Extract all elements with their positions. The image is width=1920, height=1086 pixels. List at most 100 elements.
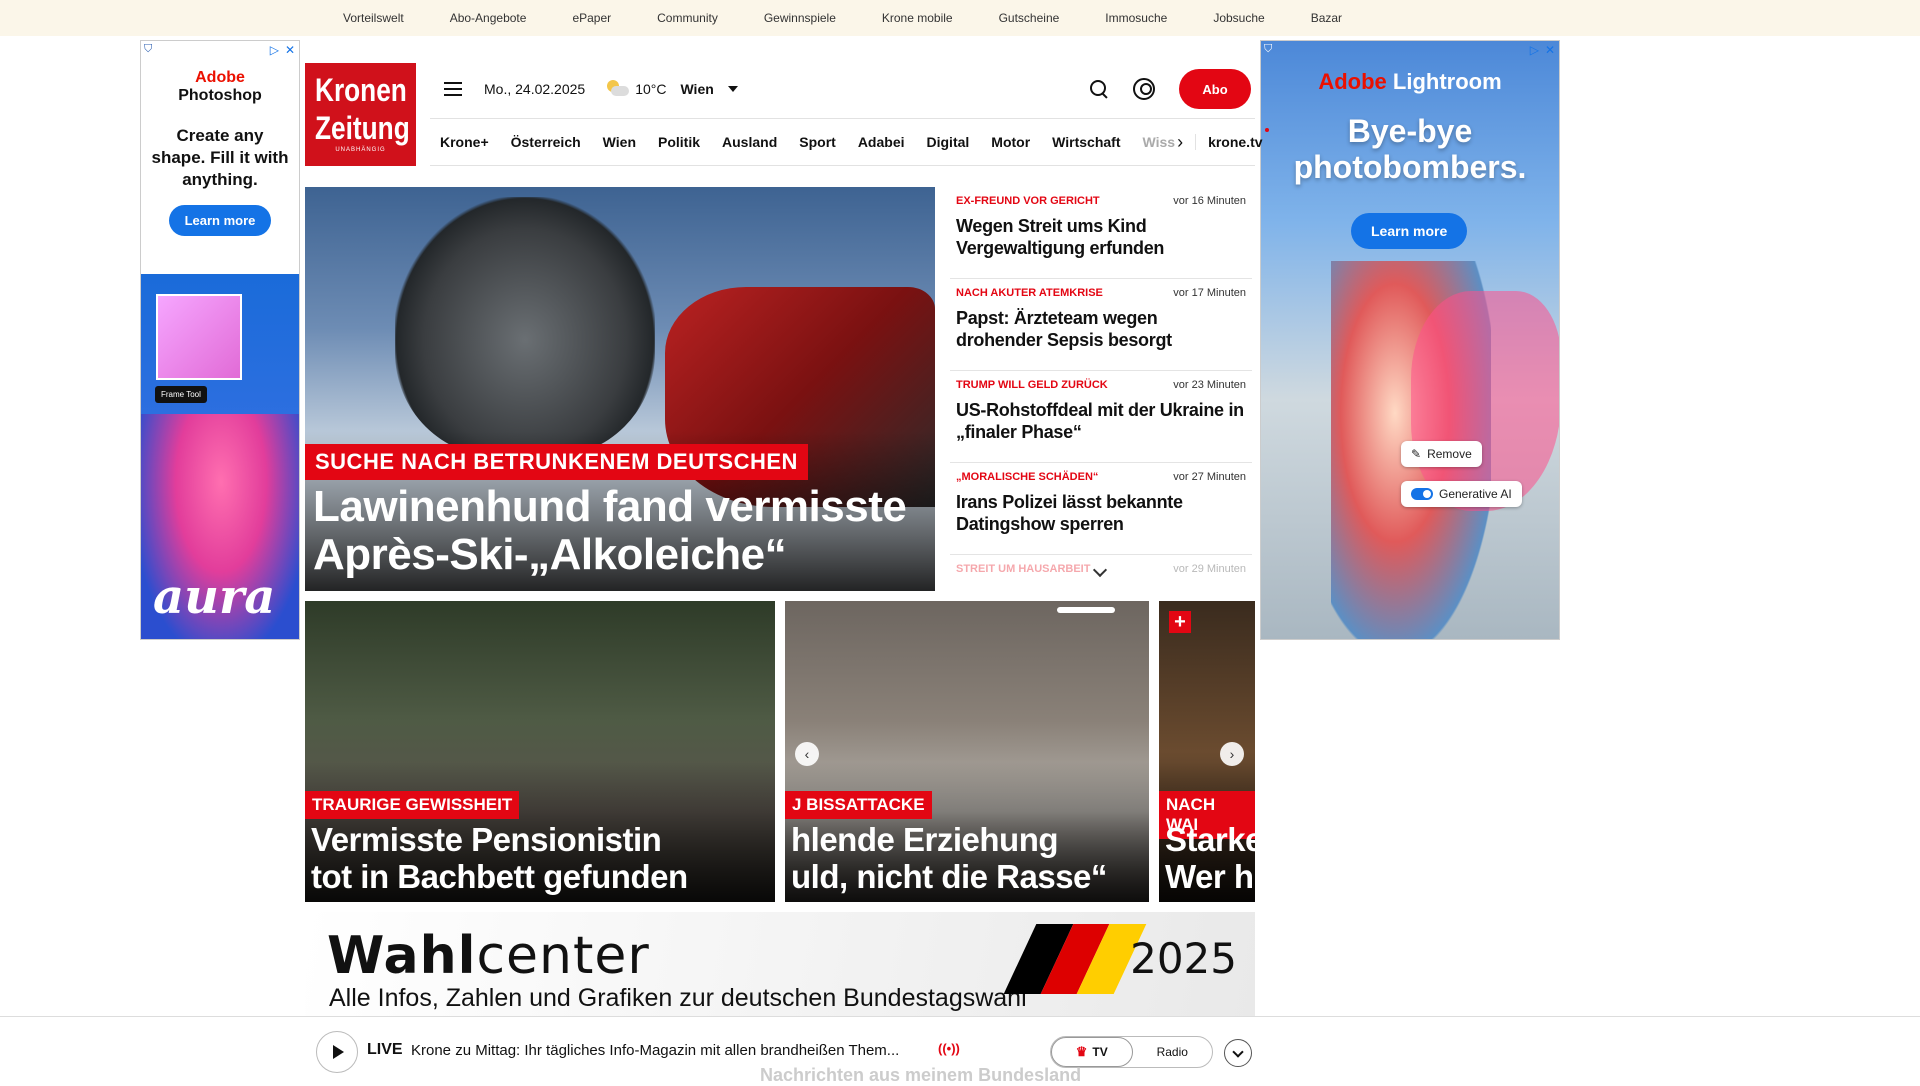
- nav-item-krone-tv[interactable]: krone.tv: [1195, 128, 1270, 150]
- ticker-time: vor 17 Minuten: [1173, 287, 1246, 299]
- nav-item-wissen-truncated[interactable]: Wiss: [1143, 134, 1176, 150]
- logo-line-2: Zeitung: [314, 110, 410, 146]
- utility-link-bazar[interactable]: Bazar: [1311, 11, 1342, 25]
- left-ad-brand: Adobe Photoshop: [141, 69, 299, 105]
- utility-link-abo-angebote[interactable]: Abo-Angebote: [450, 11, 527, 25]
- nav-item-motor[interactable]: Motor: [991, 134, 1030, 150]
- ticker-time: vor 29 Minuten: [1173, 563, 1246, 575]
- expand-player-icon[interactable]: [1224, 1039, 1252, 1067]
- generative-ai-pill: Generative AI: [1401, 481, 1522, 507]
- nav-item-wien[interactable]: Wien: [603, 134, 636, 150]
- carousel-prev-icon[interactable]: ‹: [795, 742, 819, 766]
- right-ad-learn-more-button[interactable]: Learn more: [1351, 213, 1468, 249]
- ticker-item[interactable]: „MORALISCHE SCHÄDEN“ vor 27 Minuten Irans…: [950, 463, 1252, 555]
- broadcast-icon: ((•)): [938, 1041, 960, 1056]
- chevron-down-icon[interactable]: [727, 86, 738, 92]
- story-card-headline[interactable]: Starke Wer hi: [1165, 821, 1255, 895]
- right-ad-selection-mask: [1411, 291, 1559, 511]
- ad-info-icon[interactable]: ▷: [1530, 43, 1539, 57]
- ticker-time: vor 23 Minuten: [1173, 379, 1246, 391]
- left-ad-learn-more-button[interactable]: Learn more: [168, 205, 272, 236]
- hero-story[interactable]: SUCHE NACH BETRUNKENEM DEUTSCHEN Lawinen…: [305, 187, 935, 591]
- ad-controls: ▷ ✕: [1530, 43, 1555, 57]
- wahlcenter-title-rest: center: [476, 926, 650, 986]
- story-card-headline[interactable]: hlende Erziehung uld, nicht die Rasse“: [791, 821, 1107, 895]
- utility-link-krone-mobile[interactable]: Krone mobile: [882, 11, 953, 25]
- ticker-item[interactable]: EX-FREUND VOR GERICHT vor 16 Minuten Wege…: [950, 187, 1252, 279]
- ticker-headline[interactable]: Papst: Ärzteteam wegen drohender Sepsis …: [956, 307, 1246, 351]
- wahlcenter-title: Wahlcenter: [327, 926, 650, 986]
- live-player-bar: LIVE Krone zu Mittag: Ihr tägliches Info…: [0, 1016, 1920, 1085]
- kronen-zeitung-logo[interactable]: Kronen Zeitung UNABHÄNGIG: [305, 63, 416, 166]
- remove-label: Remove: [1427, 447, 1472, 461]
- utility-link-gutscheine[interactable]: Gutscheine: [999, 11, 1060, 25]
- utility-link-epaper[interactable]: ePaper: [572, 11, 611, 25]
- toggle-icon: [1411, 488, 1433, 500]
- logo-line-1: Kronen: [314, 72, 407, 108]
- story-card[interactable]: J BISSATTACKE hlende Erziehung uld, nich…: [785, 601, 1149, 902]
- story-card-headline-line: Vermisste Pensionistin: [311, 821, 662, 858]
- right-ad-headline: Bye-bye photobombers.: [1293, 113, 1527, 185]
- category-nav: Krone+ Österreich Wien Politik Ausland S…: [430, 118, 1270, 166]
- hero-dog-image: [395, 197, 655, 457]
- radio-tab[interactable]: Radio: [1133, 1037, 1213, 1067]
- ticker-kicker: EX-FREUND VOR GERICHT: [956, 195, 1100, 207]
- hero-headline[interactable]: Lawinenhund fand vermisste Après-Ski-„Al…: [313, 483, 923, 579]
- hamburger-menu-icon[interactable]: [444, 82, 462, 96]
- nav-item-wirtschaft[interactable]: Wirtschaft: [1052, 134, 1120, 150]
- ticker-kicker: „MORALISCHE SCHÄDEN“: [956, 471, 1099, 483]
- story-card-kicker: J BISSATTACKE: [785, 791, 932, 819]
- ad-info-icon[interactable]: ▷: [270, 43, 279, 57]
- utility-link-immosuche[interactable]: Immosuche: [1105, 11, 1167, 25]
- nav-item-digital[interactable]: Digital: [927, 134, 970, 150]
- story-card-headline-line: Starke: [1165, 821, 1255, 858]
- carousel-next-icon[interactable]: ›: [1220, 742, 1244, 766]
- left-ad-brand-name: Photoshop: [178, 87, 262, 104]
- nav-item-sport[interactable]: Sport: [799, 134, 836, 150]
- abo-button[interactable]: Abo: [1179, 69, 1251, 109]
- ad-close-icon[interactable]: ✕: [285, 43, 295, 57]
- tv-tab[interactable]: TV: [1051, 1037, 1133, 1067]
- ticker-item[interactable]: TRUMP WILL GELD ZURÜCK vor 23 Minuten US-…: [950, 371, 1252, 463]
- story-card-headline[interactable]: Vermisste Pensionistin tot in Bachbett g…: [311, 821, 688, 895]
- search-icon[interactable]: [1089, 79, 1109, 99]
- ticker-item[interactable]: NACH AKUTER ATEMKRISE vor 17 Minuten Paps…: [950, 279, 1252, 371]
- ticker-headline[interactable]: Irans Polizei lässt bekannte Datingshow …: [956, 491, 1246, 535]
- nav-item-politik[interactable]: Politik: [658, 134, 700, 150]
- temperature: 10°C: [635, 81, 667, 97]
- left-ad-banner[interactable]: ⛉ ▷ ✕ Adobe Photoshop Create any shape. …: [140, 40, 300, 640]
- right-ad-brand-red: Adobe: [1318, 69, 1387, 94]
- nav-item-ausland[interactable]: Ausland: [722, 134, 777, 150]
- ad-close-icon[interactable]: ✕: [1545, 43, 1555, 57]
- story-card[interactable]: TRAURIGE GEWISSHEIT Vermisste Pensionist…: [305, 601, 775, 902]
- wahlcenter-banner[interactable]: Wahlcenter Alle Infos, Zahlen und Grafik…: [305, 912, 1255, 1017]
- generative-ai-label: Generative AI: [1439, 487, 1512, 501]
- ticker-kicker: STREIT UM HAUSARBEIT: [956, 563, 1091, 575]
- left-ad-headline: Create any shape. Fill it with anything.: [151, 126, 289, 189]
- wahlcenter-title-bold: Wahl: [327, 926, 477, 986]
- wahlcenter-year: 2025: [1130, 934, 1237, 983]
- right-ad-banner[interactable]: ⛉ ▷ ✕ Adobe Lightroom Bye-bye photobombe…: [1260, 40, 1560, 640]
- utility-link-vorteilswelt[interactable]: Vorteilswelt: [343, 11, 404, 25]
- chevron-right-icon[interactable]: ›: [1177, 132, 1183, 153]
- city-selector[interactable]: Wien: [680, 81, 713, 97]
- nav-item-oesterreich[interactable]: Österreich: [511, 134, 581, 150]
- ticker-headline[interactable]: Wegen Streit ums Kind Vergewaltigung erf…: [956, 215, 1246, 259]
- adchoices-icon[interactable]: ⛉: [1264, 43, 1272, 56]
- left-ad-visual: Frame Tool aura: [141, 274, 299, 639]
- adchoices-icon[interactable]: ⛉: [144, 43, 152, 56]
- play-button-icon[interactable]: [316, 1031, 358, 1073]
- nav-item-krone-plus[interactable]: Krone+: [440, 134, 489, 150]
- utility-link-jobsuche[interactable]: Jobsuche: [1213, 11, 1264, 25]
- carousel-indicator: [1057, 607, 1115, 613]
- ticker-headline[interactable]: US-Rohstoffdeal mit der Ukraine in „fina…: [956, 399, 1246, 443]
- utility-link-gewinnspiele[interactable]: Gewinnspiele: [764, 11, 836, 25]
- live-description[interactable]: Krone zu Mittag: Ihr tägliches Info-Maga…: [411, 1042, 899, 1059]
- user-account-icon[interactable]: [1133, 78, 1155, 100]
- logo-subtitle: UNABHÄNGIG: [335, 147, 386, 153]
- eraser-icon: ✎: [1411, 447, 1422, 461]
- utility-link-community[interactable]: Community: [657, 11, 718, 25]
- nav-item-adabei[interactable]: Adabei: [858, 134, 905, 150]
- ad-controls: ▷ ✕: [270, 43, 295, 57]
- story-card-kicker: TRAURIGE GEWISSHEIT: [305, 791, 520, 819]
